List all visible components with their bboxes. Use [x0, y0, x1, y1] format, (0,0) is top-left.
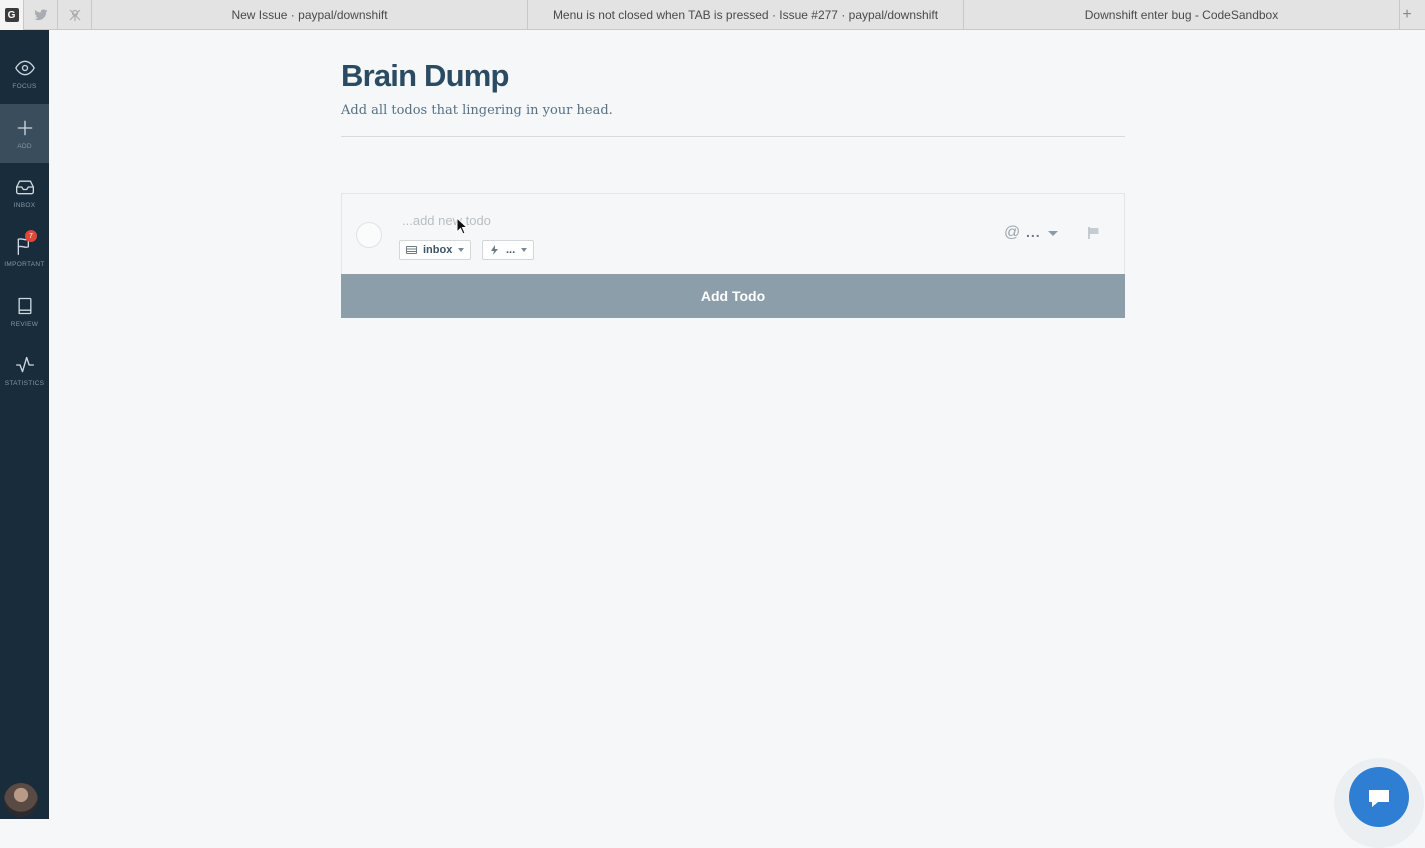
notification-badge: 7 — [25, 230, 37, 242]
g-app-icon: G — [4, 8, 19, 22]
mouse-cursor-icon — [456, 217, 468, 235]
browser-tab-new-issue[interactable]: New Issue · paypal/downshift — [92, 0, 528, 30]
sidebar-item-label: FOCUS — [12, 82, 37, 90]
sidebar-item-focus[interactable]: FOCUS — [0, 44, 49, 103]
chat-icon — [1369, 790, 1389, 807]
new-tab-button[interactable]: + — [1400, 0, 1414, 29]
list-icon — [406, 246, 417, 254]
energy-select[interactable]: ... — [482, 240, 535, 260]
sidebar-item-label: STATISTICS — [4, 379, 45, 387]
browser-tab-issue-277[interactable]: Menu is not closed when TAB is pressed ·… — [528, 0, 964, 30]
eye-icon — [14, 60, 35, 75]
assignee-select-value[interactable]: ... — [1026, 224, 1041, 240]
sidebar: FOCUS ADD INBOX 7 IMPORTANT REVIEW STATI… — [0, 30, 49, 819]
sidebar-item-statistics[interactable]: STATISTICS — [0, 341, 49, 400]
activity-icon — [15, 356, 34, 372]
sidebar-item-add[interactable]: ADD — [0, 104, 49, 163]
list-select[interactable]: inbox — [399, 240, 472, 260]
divider — [341, 136, 1125, 137]
avatar[interactable] — [4, 783, 38, 817]
sidebar-item-important[interactable]: 7 IMPORTANT — [0, 222, 49, 281]
at-icon[interactable]: @ — [1004, 224, 1020, 242]
chevron-down-icon — [458, 248, 465, 252]
energy-select-value: ... — [506, 244, 516, 256]
chat-button[interactable] — [1349, 767, 1409, 827]
todo-checkbox[interactable] — [356, 222, 382, 248]
priority-flag-icon[interactable] — [1087, 226, 1101, 240]
page-title: Brain Dump — [341, 58, 509, 93]
main-content: Brain Dump Add all todos that lingering … — [49, 30, 1425, 848]
sidebar-item-label: IMPORTANT — [4, 260, 45, 268]
chevron-down-icon — [521, 248, 528, 252]
app-icon — [69, 9, 80, 21]
book-icon — [18, 297, 32, 314]
sidebar-item-label: REVIEW — [10, 320, 39, 328]
pinned-tab-twitter[interactable] — [24, 0, 58, 30]
add-todo-button[interactable]: Add Todo — [341, 274, 1125, 318]
chevron-down-icon[interactable] — [1048, 231, 1058, 236]
new-todo-input[interactable] — [402, 210, 962, 230]
list-select-value: inbox — [423, 244, 453, 256]
browser-tab-codesandbox[interactable]: Downshift enter bug - CodeSandbox — [964, 0, 1400, 30]
pinned-tab-g[interactable]: G — [0, 0, 24, 30]
twitter-icon — [33, 9, 47, 21]
browser-tab-bar: G New Issue · paypal/downshift Menu is n… — [0, 0, 1425, 30]
pinned-tab-app[interactable] — [58, 0, 92, 30]
page-subtitle: Add all todos that lingering in your hea… — [341, 103, 613, 118]
inbox-icon — [15, 180, 34, 194]
sidebar-item-label: ADD — [17, 142, 32, 150]
sidebar-item-inbox[interactable]: INBOX — [0, 163, 49, 222]
sidebar-item-label: INBOX — [13, 201, 36, 209]
plus-icon — [17, 120, 32, 135]
bolt-icon — [489, 245, 500, 255]
sidebar-item-review[interactable]: REVIEW — [0, 282, 49, 341]
